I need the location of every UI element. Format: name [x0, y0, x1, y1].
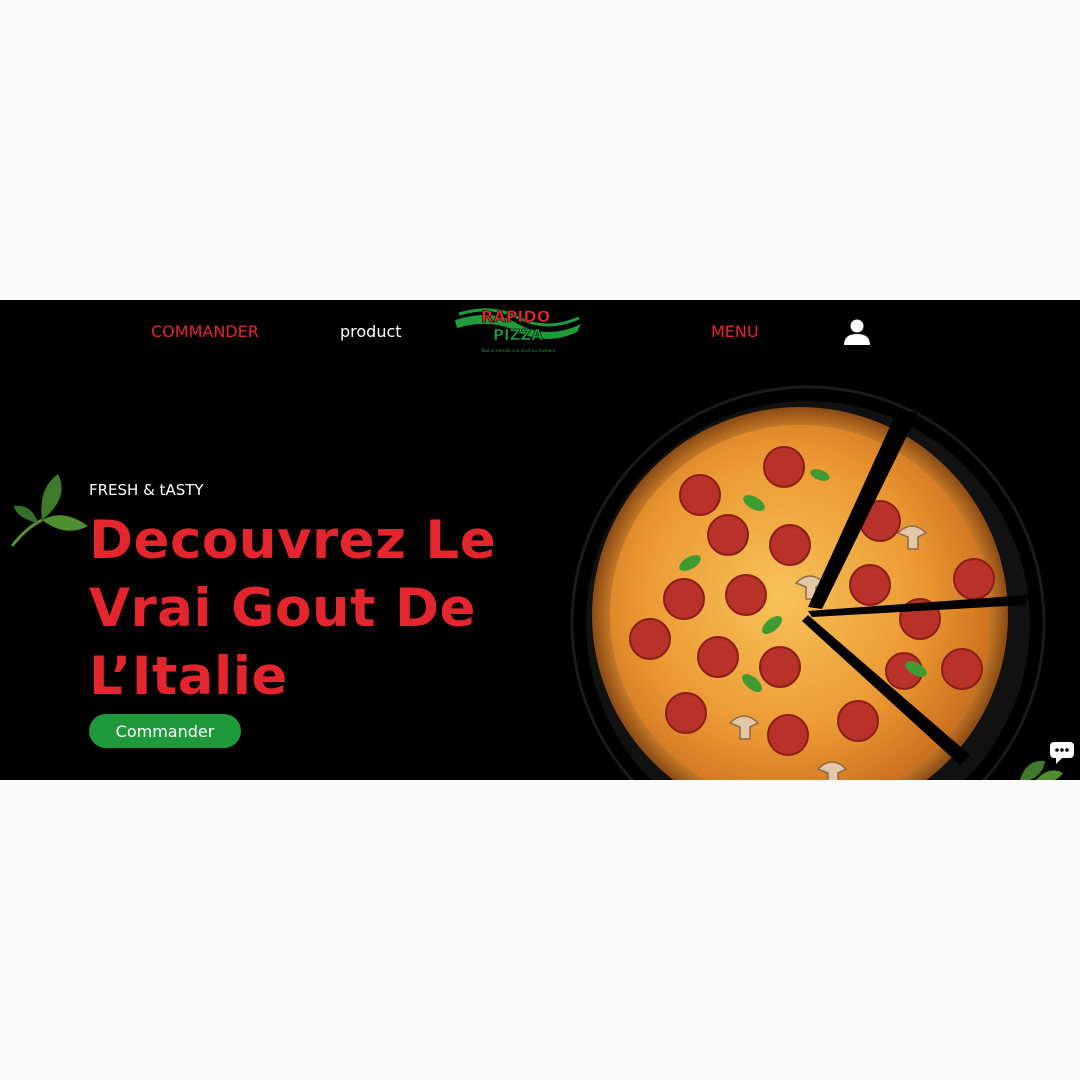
- headline-line-1: Decouvrez Le: [89, 510, 497, 571]
- user-icon[interactable]: [842, 317, 872, 347]
- svg-text:PIZZA: PIZZA: [493, 326, 543, 344]
- chat-icon[interactable]: [1048, 740, 1076, 766]
- hero-section: COMMANDER product RAPIDO PIZZA Tout le m…: [0, 300, 1080, 780]
- headline-line-2: Vrai Gout De: [89, 578, 476, 639]
- hero-tagline: FRESH & tASTY: [89, 481, 204, 499]
- rapido-pizza-logo[interactable]: RAPIDO PIZZA Tout le monde a le droit au…: [453, 302, 583, 360]
- nav-commander-link[interactable]: COMMANDER: [151, 322, 259, 341]
- nav-product-link[interactable]: product: [340, 322, 402, 341]
- headline-line-3: L’Italie: [89, 646, 288, 707]
- svg-text:Tout le monde a le droit au me: Tout le monde a le droit au meilleur: [480, 348, 556, 353]
- hero-headline: Decouvrez Le Vrai Gout De L’Italie: [89, 507, 569, 711]
- commander-button[interactable]: Commander: [89, 714, 241, 748]
- svg-text:RAPIDO: RAPIDO: [481, 307, 550, 326]
- nav-menu-link[interactable]: MENU: [711, 322, 759, 341]
- basil-leaf-icon: [10, 474, 88, 547]
- pizza-image: [570, 385, 1046, 780]
